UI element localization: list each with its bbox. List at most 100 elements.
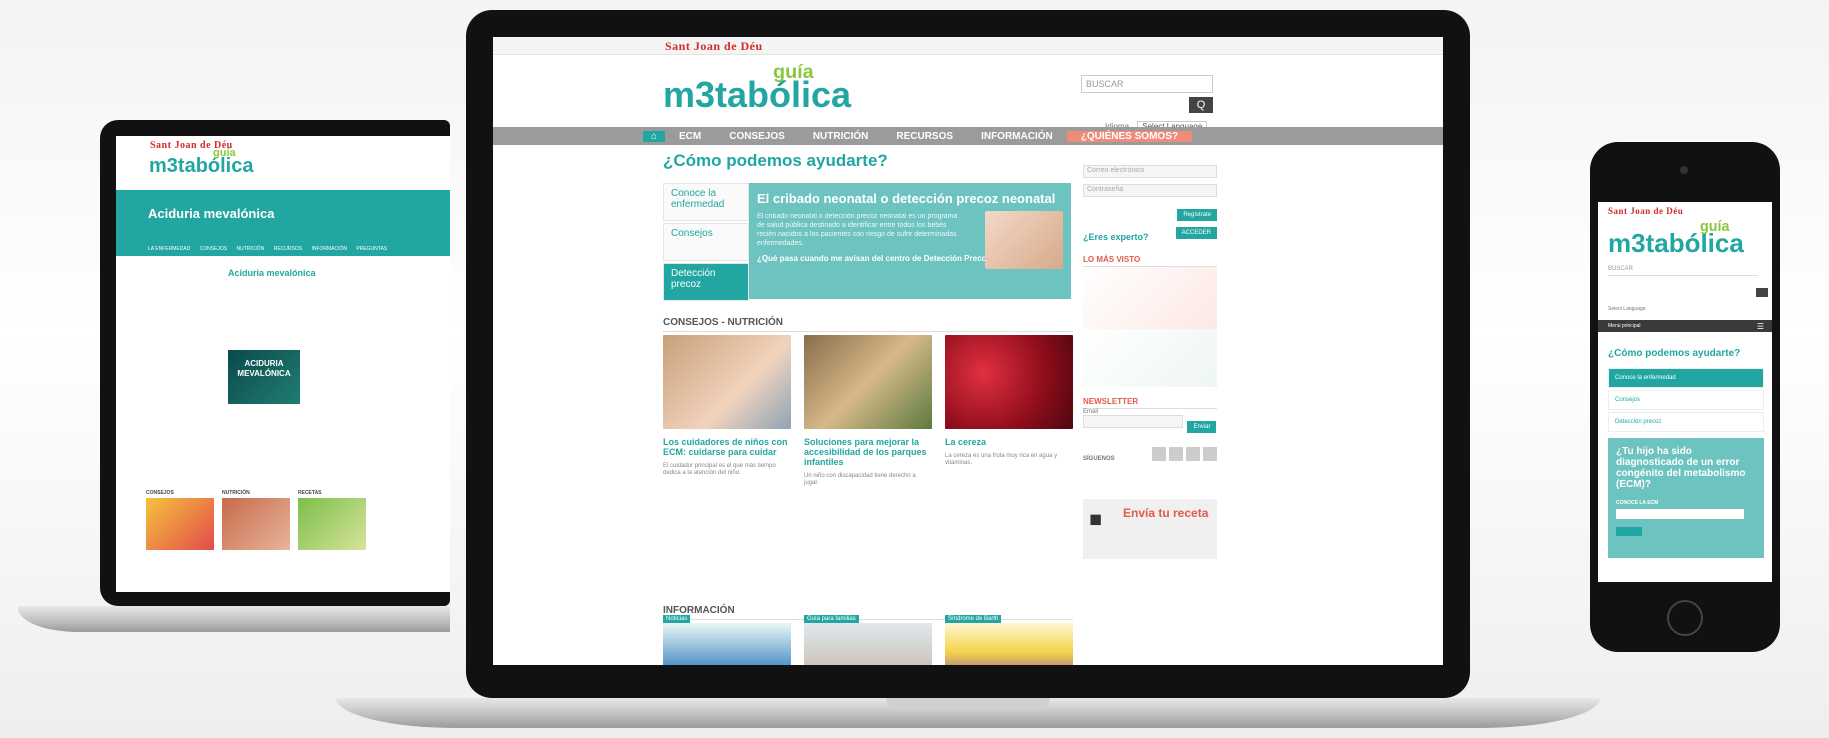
thumb-label: CONSEJOS [146, 490, 174, 496]
search-input[interactable]: BUSCAR [1081, 75, 1213, 93]
info-tag: Noticias [663, 615, 691, 623]
left-page-title: Aciduria mevalónica [148, 206, 275, 221]
site-logo[interactable]: m3tabólica guía [663, 62, 852, 115]
subnav-item[interactable]: INFORMACIÓN [311, 246, 347, 252]
nav-item-informacion[interactable]: INFORMACIÓN [967, 131, 1067, 142]
info-tag: Síndrome de Barth [945, 615, 1002, 623]
facebook-icon[interactable] [1152, 447, 1166, 461]
access-button[interactable]: ACCEDER [1175, 227, 1217, 239]
consejos-section: CONSEJOS - NUTRICIÓN Los cuidadores de n… [663, 317, 1073, 486]
left-sidebar [146, 264, 220, 309]
rss-icon[interactable] [1203, 447, 1217, 461]
camera-icon [1680, 166, 1688, 174]
email-field[interactable]: Correo electrónico [1083, 165, 1217, 178]
nav-item-nutricion[interactable]: NUTRICIÓN [799, 131, 883, 142]
logo-text: m3tabólica [149, 155, 254, 177]
subnav-item[interactable]: LA ENFERMEDAD [148, 246, 190, 252]
register-button[interactable]: Regístrate [1177, 209, 1217, 221]
main-laptop-notch [886, 698, 1050, 708]
sidebar-link[interactable] [146, 279, 220, 285]
nav-item-recursos[interactable]: RECURSOS [882, 131, 967, 142]
home-icon[interactable]: ⌂ [643, 130, 665, 142]
subnav-item[interactable]: RECURSOS [274, 246, 302, 252]
tab-conoce[interactable]: Conoce la enfermedad [663, 183, 749, 221]
thumb-label: NUTRICIÓN [222, 490, 250, 496]
password-field[interactable]: Contraseña [1083, 184, 1217, 197]
hamburger-icon[interactable]: ☰ [1757, 322, 1764, 331]
main-header: m3tabólicaguía BUSCAR Q Idioma Select La… [493, 55, 1443, 132]
thumb-recetas[interactable] [298, 498, 366, 550]
article-title[interactable]: La cereza [945, 437, 1073, 447]
thumb-consejos[interactable] [146, 498, 214, 550]
feature-body: El cribado neonatal o detección precoz n… [757, 213, 958, 247]
phone-ecm-button[interactable] [1616, 527, 1642, 536]
youtube-icon[interactable] [1186, 447, 1200, 461]
nav-item-quienes[interactable]: ¿QUIÉNES SOMOS? [1066, 130, 1192, 142]
phone-title: ¿Cómo podemos ayudarte? [1608, 348, 1741, 359]
article-card[interactable]: La cereza La cereza es una fruta muy ric… [945, 335, 1073, 467]
article-excerpt: El cuidador principal es el que más tiem… [663, 463, 776, 476]
phone-item-conoce[interactable]: Conoce la enfermedad [1608, 368, 1764, 388]
sjd-brand[interactable]: Sant Joan de Déu [665, 39, 763, 54]
menu-label: Menú principal [1608, 323, 1641, 329]
search-button[interactable] [1756, 288, 1768, 297]
sidebar-link[interactable] [146, 264, 220, 270]
main-nav: ⌂ ECM CONSEJOS NUTRICIÓN RECURSOS INFORM… [493, 127, 1443, 145]
language-selector[interactable]: Select Language [1608, 306, 1646, 312]
info-tag: Guía para familias [804, 615, 859, 623]
page-title: ¿Cómo podemos ayudarte? [663, 151, 888, 170]
informacion-section: INFORMACIÓN Noticias Guía para familias … [663, 605, 1073, 665]
article-title[interactable]: Soluciones para mejorar la accesibilidad… [804, 437, 932, 467]
recipe-title: Envía tu receta [1123, 506, 1209, 520]
aciduria-image: ACIDURIA MEVALÓNICA [228, 350, 300, 404]
phone-menu-bar[interactable]: Menú principal ☰ [1598, 320, 1772, 332]
phone-item-deteccion[interactable]: Detección precoz [1608, 412, 1764, 432]
newsletter-email-input[interactable] [1083, 415, 1183, 428]
phone-ecm-input[interactable] [1616, 509, 1744, 519]
feature-image [985, 211, 1063, 269]
subnav-item[interactable]: PREGUNTAS [356, 246, 387, 252]
article-title[interactable]: Los cuidadores de niños con ECM: cuidars… [663, 437, 791, 457]
help-tabs: Conoce la enfermedad Consejos Detección … [663, 183, 749, 303]
expert-label: ¿Eres experto? [1083, 232, 1149, 242]
site-logo[interactable]: m3tabólica guía [149, 148, 254, 177]
most-viewed-item[interactable] [1083, 267, 1217, 329]
most-viewed-title: LO MÁS VISTO [1083, 255, 1217, 267]
nav-item-consejos[interactable]: CONSEJOS [715, 131, 799, 142]
phone-screen: Sant Joan de Déu m3tabólica guía BUSCAR S… [1598, 202, 1772, 582]
article-photo [945, 335, 1073, 429]
sidebar-link[interactable] [146, 294, 220, 300]
section-title: INFORMACIÓN [663, 605, 1073, 620]
most-viewed-item[interactable] [1083, 329, 1217, 387]
send-button[interactable]: Enviar [1187, 421, 1217, 433]
subnav-item[interactable]: CONSEJOS [200, 246, 228, 252]
info-card[interactable] [945, 623, 1073, 665]
logo-sup: guía [773, 61, 814, 83]
sjd-brand[interactable]: Sant Joan de Déu [1608, 206, 1683, 216]
recipe-promo[interactable]: ◼ Envía tu receta [1083, 499, 1217, 559]
thumb-label: RECETAS [298, 490, 322, 496]
article-card[interactable]: Los cuidadores de niños con ECM: cuidars… [663, 335, 791, 477]
search-input[interactable]: BUSCAR [1608, 266, 1758, 276]
subnav-item[interactable]: NUTRICIÓN [237, 246, 265, 252]
main-laptop-screen: Sant Joan de Déu m3tabólica guía BUSCAR Q… [493, 37, 1443, 665]
phone-item-consejos[interactable]: Consejos [1608, 390, 1764, 410]
nav-item-ecm[interactable]: ECM [665, 131, 715, 142]
twitter-icon[interactable] [1169, 447, 1183, 461]
left-heading: Aciduria mevalónica [228, 268, 316, 278]
info-card[interactable] [804, 623, 932, 665]
feature-panel: El cribado neonatal o detección precoz n… [749, 183, 1071, 299]
info-card[interactable] [663, 623, 791, 665]
article-card[interactable]: Soluciones para mejorar la accesibilidad… [804, 335, 932, 487]
home-button[interactable] [1667, 600, 1703, 636]
right-sidebar: Correo electrónico Contraseña Regístrate… [1083, 165, 1217, 559]
site-logo[interactable]: m3tabólica guía [1608, 220, 1744, 256]
tab-consejos[interactable]: Consejos [663, 223, 749, 261]
tab-deteccion[interactable]: Detección precoz [663, 263, 749, 301]
left-laptop-screen: Sant Joan de Déu m3tabólica guía Aciduria… [116, 136, 450, 592]
thumb-nutricion[interactable] [222, 498, 290, 550]
logo-text: m3tabólica [663, 74, 852, 115]
left-subnav: LA ENFERMEDAD CONSEJOS NUTRICIÓN RECURSO… [116, 246, 450, 256]
search-button[interactable]: Q [1189, 97, 1213, 113]
left-laptop-base [18, 606, 450, 632]
